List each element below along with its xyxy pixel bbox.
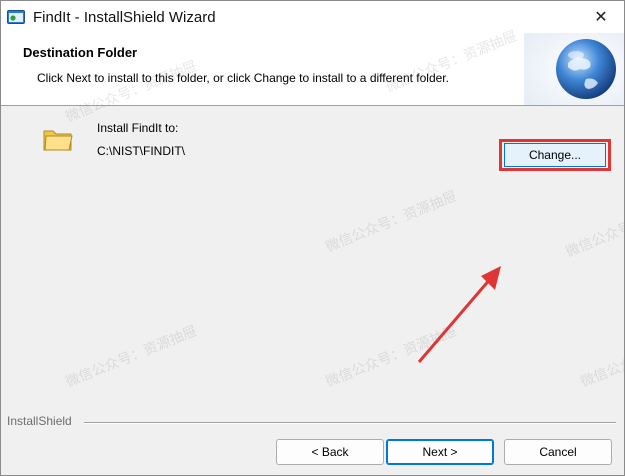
- installer-app-icon: [7, 10, 25, 24]
- header-banner: Destination Folder Click Next to install…: [1, 33, 624, 106]
- install-location-label: Install FindIt to:: [97, 121, 179, 135]
- page-title: Destination Folder: [23, 45, 138, 60]
- title-bar: FindIt - InstallShield Wizard ✕: [1, 1, 624, 33]
- annotation-arrow: [417, 266, 501, 363]
- cancel-button[interactable]: Cancel: [504, 439, 612, 465]
- installshield-brand-label: InstallShield: [7, 414, 72, 428]
- globe-icon: [524, 33, 624, 105]
- installer-window: FindIt - InstallShield Wizard ✕ Destinat…: [0, 0, 625, 476]
- window-title: FindIt - InstallShield Wizard: [33, 8, 216, 26]
- next-button[interactable]: Next >: [386, 439, 494, 465]
- content-area: Install FindIt to: C:\NIST\FINDIT\ Chang…: [1, 106, 624, 406]
- change-button[interactable]: Change...: [504, 143, 606, 167]
- close-icon: ✕: [594, 9, 608, 26]
- close-button[interactable]: ✕: [578, 1, 624, 33]
- page-description: Click Next to install to this folder, or…: [37, 71, 449, 85]
- back-button[interactable]: < Back: [276, 439, 384, 465]
- folder-icon: [43, 126, 73, 152]
- install-path-value: C:\NIST\FINDIT\: [97, 144, 185, 158]
- footer-divider: [84, 422, 616, 424]
